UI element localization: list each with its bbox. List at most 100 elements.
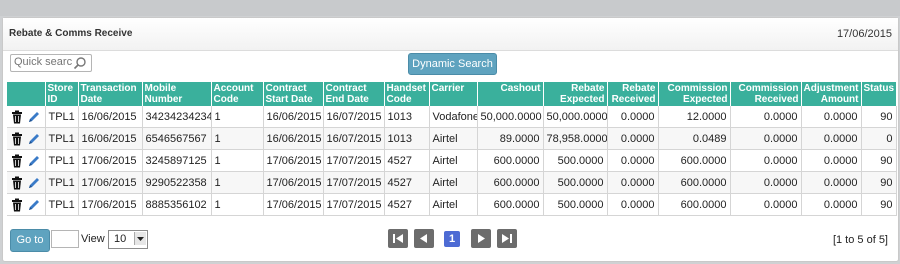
table-row[interactable]: TPL1 17/06/2015 8885356102 1 17/06/2015 17/07…: [7, 193, 897, 216]
column-header[interactable]: Rebate Expected: [543, 82, 608, 106]
first-page-icon[interactable]: [388, 229, 408, 248]
dropdown-arrow-icon[interactable]: [134, 232, 146, 245]
table-cell: 0.0000: [801, 193, 862, 216]
table-cell: TPL1: [45, 127, 79, 150]
table-cell: 17/06/2015: [263, 171, 324, 194]
table-cell: 12.0000: [658, 106, 731, 128]
search-icon[interactable]: [73, 56, 87, 70]
table-cell: 90: [861, 106, 897, 128]
column-header[interactable]: Commission Received: [730, 82, 802, 106]
table-cell: 0.0000: [730, 127, 802, 150]
prev-page-icon[interactable]: [414, 229, 434, 248]
table-row[interactable]: TPL1 17/06/2015 3245897125 1 17/06/2015 17/07…: [7, 149, 897, 172]
quick-search-input[interactable]: [11, 55, 72, 69]
table-cell: TPL1: [45, 149, 79, 172]
table-cell: 8885356102: [142, 193, 212, 216]
column-header[interactable]: Status: [861, 82, 897, 106]
view-label: View: [81, 233, 105, 245]
trash-icon[interactable]: [10, 198, 24, 212]
table-cell: 17/07/2015: [323, 193, 385, 216]
column-header[interactable]: Carrier: [429, 82, 478, 106]
table-cell: 17/06/2015: [78, 171, 143, 194]
rebate-table: Store ID Transaction Date Mobile Number Acc…: [7, 82, 897, 216]
table-cell: 0.0000: [607, 127, 659, 150]
column-header[interactable]: Rebate Received: [607, 82, 659, 106]
table-cell: 0.0000: [607, 106, 659, 128]
table-cell: 500.0000: [543, 193, 608, 216]
dynamic-search-button[interactable]: Dynamic Search: [408, 53, 497, 75]
table-cell: 17/06/2015: [263, 193, 324, 216]
column-header[interactable]: Contract End Date: [323, 82, 385, 106]
table-cell: 16/06/2015: [78, 127, 143, 150]
column-header[interactable]: Transaction Date: [78, 82, 143, 106]
row-actions: [7, 149, 46, 172]
table-cell: 600.0000: [658, 171, 731, 194]
table-cell: 50,000.0000: [543, 106, 608, 128]
table-cell: 17/06/2015: [78, 149, 143, 172]
column-header[interactable]: Adjustment Amount: [801, 82, 862, 106]
column-header[interactable]: Cashout: [477, 82, 544, 106]
table-cell: 0.0489: [658, 127, 731, 150]
top-bar: [0, 0, 900, 16]
trash-icon[interactable]: [10, 110, 24, 124]
pencil-icon[interactable]: [27, 110, 41, 124]
table-header-row: Store ID Transaction Date Mobile Number Acc…: [7, 82, 897, 106]
page-title: Rebate & Comms Receive: [9, 28, 133, 39]
table-cell: 0.0000: [801, 106, 862, 128]
last-page-icon[interactable]: [497, 229, 517, 248]
current-page-button[interactable]: 1: [444, 231, 460, 247]
actions-header: [7, 82, 46, 106]
table-cell: 1: [211, 171, 264, 194]
table-cell: 4527: [384, 193, 430, 216]
record-range: [1 to 5 of 5]: [832, 234, 888, 246]
current-date: 17/06/2015: [836, 28, 892, 40]
rebate-comms-panel: Rebate & Comms Receive 17/06/2015 Dynami…: [2, 17, 899, 262]
table-row[interactable]: TPL1 16/06/2015 34234234234 1 16/06/2015 16/0…: [7, 106, 897, 128]
quick-search-box[interactable]: [10, 54, 92, 72]
table-cell: 90: [861, 171, 897, 194]
table-cell: Airtel: [429, 127, 478, 150]
table-cell: 0.0000: [607, 171, 659, 194]
table-cell: 0: [861, 127, 897, 150]
table-cell: 0.0000: [607, 193, 659, 216]
table-cell: 50,000.0000: [477, 106, 544, 128]
column-header[interactable]: Account Code: [211, 82, 264, 106]
column-header[interactable]: Commission Expected: [658, 82, 731, 106]
row-actions: [7, 171, 46, 194]
table-cell: 1: [211, 127, 264, 150]
column-header[interactable]: Store ID: [45, 82, 79, 106]
pencil-icon[interactable]: [27, 198, 41, 212]
table-row[interactable]: TPL1 17/06/2015 9290522358 1 17/06/2015 17/07…: [7, 171, 897, 194]
next-page-icon[interactable]: [471, 229, 491, 248]
table-cell: 78,958.0000: [543, 127, 608, 150]
table-cell: 3245897125: [142, 149, 212, 172]
table-cell: Airtel: [429, 193, 478, 216]
trash-icon[interactable]: [10, 132, 24, 146]
page-size-select[interactable]: 10: [108, 230, 148, 249]
goto-button[interactable]: Go to: [10, 229, 50, 252]
column-header[interactable]: Handset Code: [384, 82, 430, 106]
column-header[interactable]: Contract Start Date: [263, 82, 324, 106]
table-cell: TPL1: [45, 106, 79, 128]
pencil-icon[interactable]: [27, 132, 41, 146]
table-cell: 34234234234: [142, 106, 212, 128]
panel-header: Rebate & Comms Receive 17/06/2015: [3, 18, 898, 51]
table-cell: 17/07/2015: [323, 149, 385, 172]
table-cell: 90: [861, 193, 897, 216]
trash-icon[interactable]: [10, 154, 24, 168]
table-cell: 600.0000: [658, 149, 731, 172]
table-cell: TPL1: [45, 193, 79, 216]
goto-page-input[interactable]: [51, 230, 79, 248]
table-row[interactable]: TPL1 16/06/2015 6546567567 1 16/06/2015 16/07…: [7, 127, 897, 150]
pencil-icon[interactable]: [27, 154, 41, 168]
column-header[interactable]: Mobile Number: [142, 82, 212, 106]
table-cell: 6546567567: [142, 127, 212, 150]
table-cell: 0.0000: [801, 171, 862, 194]
trash-icon[interactable]: [10, 176, 24, 190]
table-cell: TPL1: [45, 171, 79, 194]
table-cell: 16/06/2015: [263, 106, 324, 128]
table-cell: 0.0000: [801, 149, 862, 172]
pencil-icon[interactable]: [27, 176, 41, 190]
table-cell: 16/06/2015: [263, 127, 324, 150]
table-cell: 4527: [384, 149, 430, 172]
